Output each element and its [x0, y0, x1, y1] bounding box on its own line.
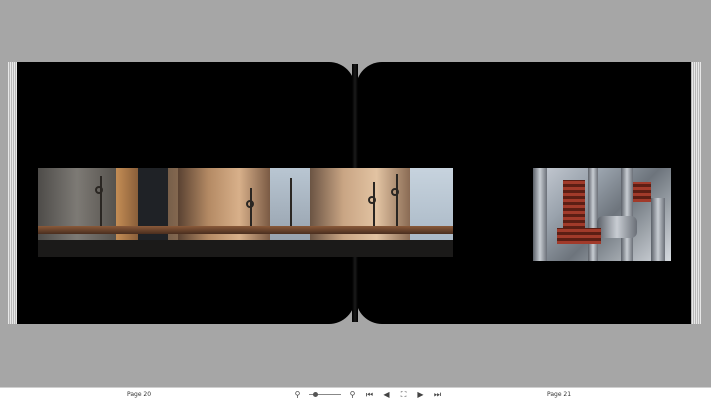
right-page-edge: [691, 62, 701, 324]
metal-column: [651, 198, 665, 261]
navigation-controls: ⚲ ⚲ ⏮ ◀ ⛶ ▶ ⏭: [292, 388, 443, 400]
metal-column: [588, 168, 598, 261]
zoom-out-icon[interactable]: ⚲: [292, 389, 303, 400]
valve-wheel-icon: [246, 200, 254, 208]
valve-wheel-icon: [391, 188, 399, 196]
pipe-shadow: [38, 240, 453, 257]
metal-column: [621, 168, 633, 261]
next-page-icon[interactable]: ▶: [415, 389, 426, 400]
zoom-in-icon[interactable]: ⚲: [347, 389, 358, 400]
zoom-slider[interactable]: [309, 389, 341, 400]
red-coil: [557, 228, 601, 244]
valve-stem: [373, 182, 375, 226]
industrial-tanks-photo: [38, 168, 453, 257]
left-page-number: Page 20: [127, 391, 152, 398]
red-coil: [633, 182, 651, 202]
valve-wheel-icon: [95, 186, 103, 194]
previous-page-icon[interactable]: ◀: [381, 389, 392, 400]
valve-stem: [396, 174, 398, 226]
last-page-icon[interactable]: ⏭: [432, 389, 443, 400]
metal-column: [533, 168, 547, 261]
zoom-slider-thumb[interactable]: [313, 392, 319, 397]
valve-stem: [290, 178, 292, 226]
valve-stem: [100, 176, 102, 226]
valve-wheel-icon: [368, 196, 376, 204]
first-page-icon[interactable]: ⏮: [364, 389, 375, 400]
industrial-pipes-photo: [533, 168, 671, 261]
fit-page-icon[interactable]: ⛶: [398, 389, 409, 400]
horizontal-pipe: [38, 226, 453, 234]
flipbook-viewer: [0, 0, 711, 387]
pipe-joint: [597, 216, 637, 238]
right-page-number: Page 21: [547, 391, 572, 398]
bottom-toolbar: Page 20 ⚲ ⚲ ⏮ ◀ ⛶ ▶ ⏭ Page 21: [0, 387, 711, 400]
